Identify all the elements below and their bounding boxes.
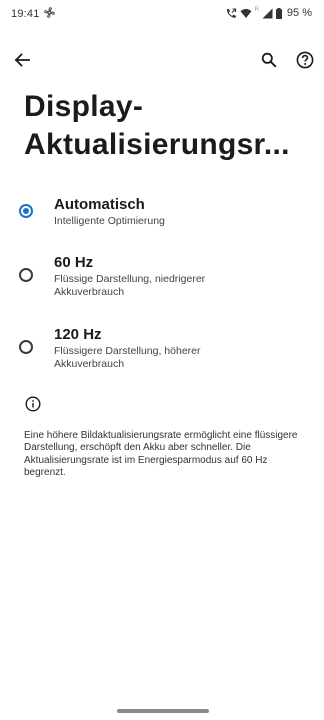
footer-description: Eine höhere Bildaktualisierungsrate ermö… [24,430,298,479]
option-60hz-label: 60 Hz [54,254,94,271]
gesture-nav-handle[interactable] [117,709,209,713]
option-60hz-summary: Flüssige Darstellung, niedrigerer Akkuve… [54,273,206,298]
option-automatic-summary: Intelligente Optimierung [54,215,165,227]
app-bar [0,44,324,78]
call-icon [226,7,236,18]
cell-signal-icon [262,8,273,18]
radio-120hz[interactable] [19,340,33,354]
radio-automatic[interactable] [19,204,33,218]
screen: 19:41 R 95 % Display- Aktualisierungsr..… [0,0,324,720]
radio-60hz[interactable] [19,268,33,282]
option-120hz[interactable]: 120 Hz Flüssigere Darstellung, höherer A… [0,320,324,380]
option-automatic-label: Automatisch [54,196,145,213]
option-120hz-label: 120 Hz [54,326,102,343]
info-icon [25,396,41,412]
page-title-line1: Display- [24,90,144,123]
help-icon [296,51,314,69]
search-icon [261,52,277,68]
option-120hz-summary: Flüssigere Darstellung, höherer Akkuverb… [54,345,201,370]
search-button[interactable] [255,46,283,74]
battery-percent: 95 % [286,7,312,19]
back-button[interactable] [8,46,36,74]
status-time: 19:41 [11,8,40,20]
wifi-icon [240,8,252,18]
page-title: Display- Aktualisierungsr... [24,88,314,164]
page-title-line2: Aktualisierungsr... [24,128,290,161]
battery-icon [275,7,282,19]
arrow-back-icon [14,53,30,67]
fan-icon [44,7,55,18]
status-bar: 19:41 R 95 % [0,0,324,30]
help-button[interactable] [291,46,319,74]
option-automatic[interactable]: Automatisch Intelligente Optimierung [0,190,324,240]
option-60hz[interactable]: 60 Hz Flüssige Darstellung, niedrigerer … [0,248,324,308]
signal-label: R [254,7,259,13]
status-icons: R 95 % [225,7,312,19]
